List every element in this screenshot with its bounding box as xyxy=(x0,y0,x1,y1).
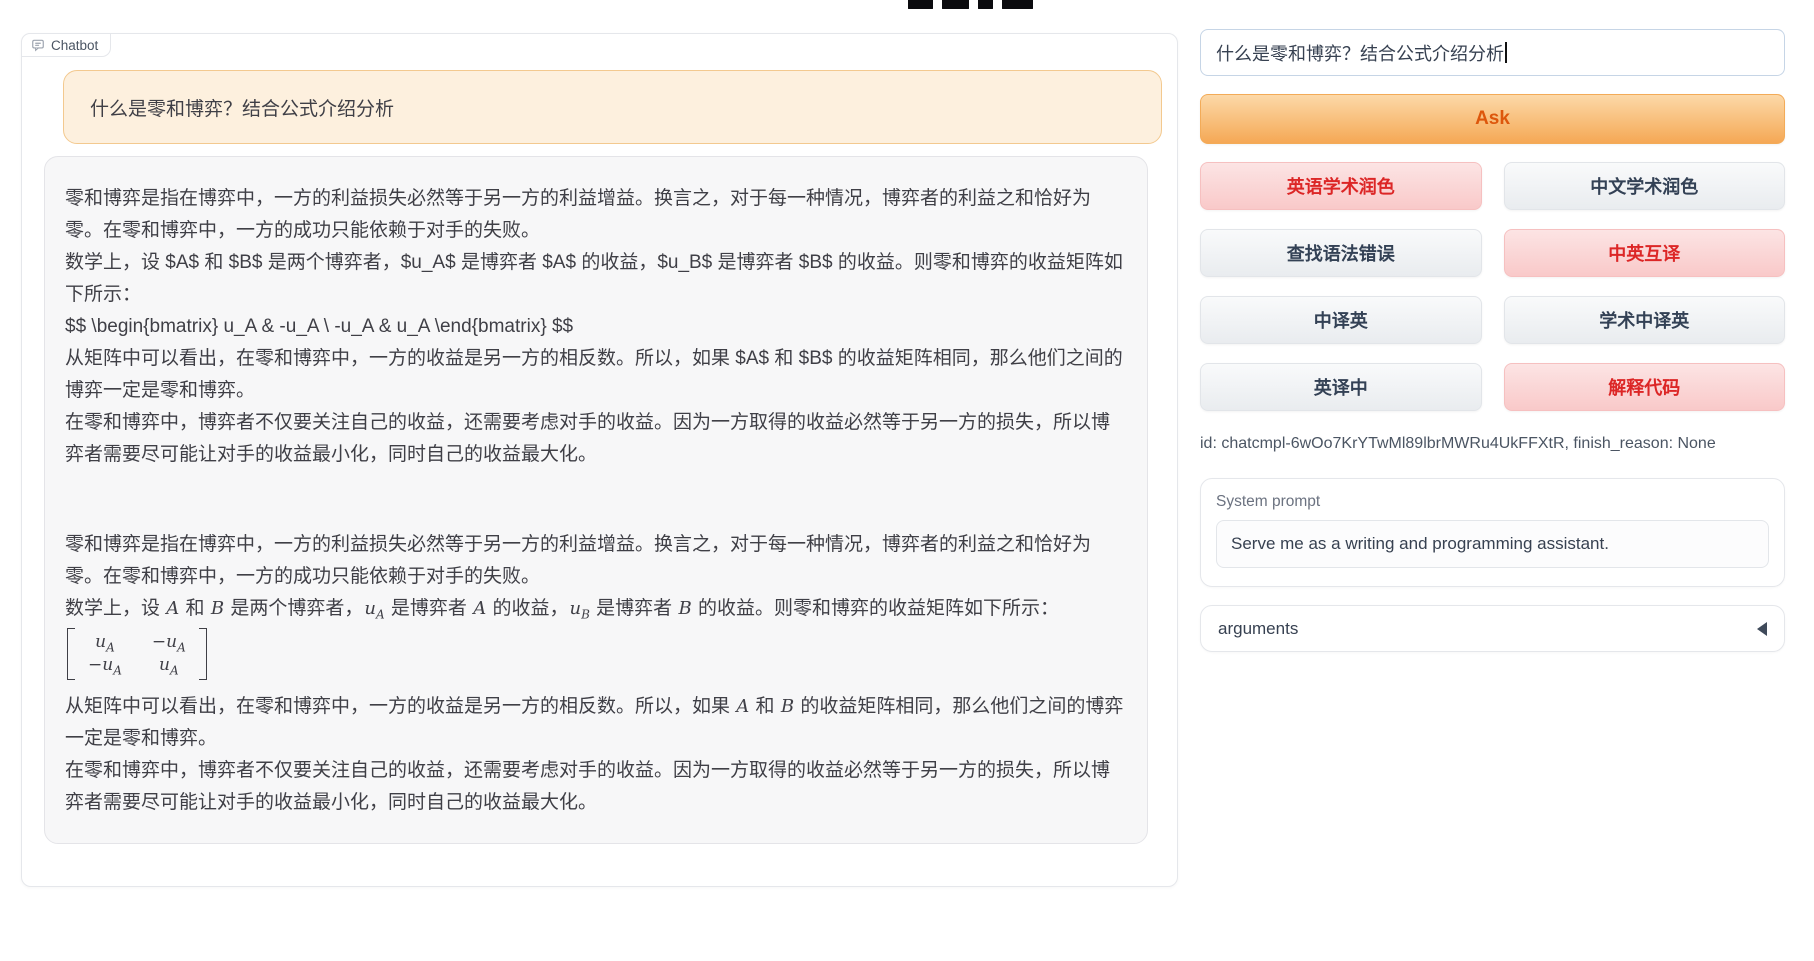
chat-text-line: 数学上，设 $A$ 和 $B$ 是两个博弈者，$u_A$ 是博弈者 $A$ 的收… xyxy=(65,247,1127,311)
btn-zh-academic-polish[interactable]: 中文学术润色 xyxy=(1504,162,1786,210)
question-input[interactable]: 什么是零和博弈？结合公式介绍分析 xyxy=(1200,29,1785,76)
arguments-accordion-label: arguments xyxy=(1218,619,1298,639)
quick-action-grid: 英语学术润色 中文学术润色 查找语法错误 中英互译 中译英 学术中译英 英译中 … xyxy=(1200,162,1785,411)
paragraph-spacer xyxy=(65,471,1127,529)
question-input-value: 什么是零和博弈？结合公式介绍分析 xyxy=(1216,40,1504,66)
btn-find-grammar-errors[interactable]: 查找语法错误 xyxy=(1200,229,1482,277)
arguments-accordion-header[interactable]: arguments xyxy=(1200,605,1785,652)
btn-academic-zh-to-en[interactable]: 学术中译英 xyxy=(1504,296,1786,344)
chatbot-label-text: Chatbot xyxy=(51,38,98,53)
chat-scroll-area[interactable]: 什么是零和博弈？结合公式介绍分析 零和博弈是指在博弈中，一方的利益损失必然等于另… xyxy=(22,34,1177,886)
chat-text-line: 零和博弈是指在博弈中，一方的利益损失必然等于另一方的利益增益。换言之，对于每一种… xyxy=(65,183,1127,247)
system-prompt-input[interactable]: Serve me as a writing and programming as… xyxy=(1216,520,1769,568)
chat-text-line: 数学上，设 A 和 B 是两个博弈者，uA 是博弈者 A 的收益，uB 是博弈者… xyxy=(65,593,1127,625)
text-caret xyxy=(1505,42,1507,63)
chat-text-line: 在零和博弈中，博弈者不仅要关注自己的收益，还需要考虑对手的收益。因为一方取得的收… xyxy=(65,407,1127,471)
user-message-bubble: 什么是零和博弈？结合公式介绍分析 xyxy=(63,70,1162,144)
chat-bubble-icon xyxy=(31,38,45,52)
user-message-text: 什么是零和博弈？结合公式介绍分析 xyxy=(90,94,394,121)
btn-zh-to-en[interactable]: 中译英 xyxy=(1200,296,1482,344)
system-prompt-label: System prompt xyxy=(1216,493,1769,511)
btn-en-to-zh[interactable]: 英译中 xyxy=(1200,363,1482,411)
bot-message-bubble: 零和博弈是指在博弈中，一方的利益损失必然等于另一方的利益增益。换言之，对于每一种… xyxy=(44,156,1148,844)
bot-message: 零和博弈是指在博弈中，一方的利益损失必然等于另一方的利益增益。换言之，对于每一种… xyxy=(65,183,1127,819)
ask-button[interactable]: Ask xyxy=(1200,94,1785,144)
clipped-title-fragment xyxy=(908,0,1038,9)
ask-button-label: Ask xyxy=(1475,108,1510,130)
system-prompt-value: Serve me as a writing and programming as… xyxy=(1231,534,1609,554)
chat-text-line: 在零和博弈中，博弈者不仅要关注自己的收益，还需要考虑对手的收益。因为一方取得的收… xyxy=(65,755,1127,819)
math-matrix: uA−uA−uAuA xyxy=(67,628,207,680)
btn-explain-code[interactable]: 解释代码 xyxy=(1504,363,1786,411)
collapse-arrow-icon xyxy=(1757,622,1767,636)
chat-text-line: 从矩阵中可以看出，在零和博弈中，一方的收益是另一方的相反数。所以，如果 A 和 … xyxy=(65,691,1127,755)
system-prompt-group: System prompt Serve me as a writing and … xyxy=(1200,478,1785,587)
chat-text-line: 从矩阵中可以看出，在零和博弈中，一方的收益是另一方的相反数。所以，如果 $A$ … xyxy=(65,343,1127,407)
chat-text-line: $$ \begin{bmatrix} u_A & -u_A \ -u_A & u… xyxy=(65,311,1127,343)
chatbot-label: Chatbot xyxy=(21,33,111,57)
response-status-line: id: chatcmpl-6wOo7KrYTwMl89lbrMWRu4UkFFX… xyxy=(1200,435,1785,453)
btn-en-academic-polish[interactable]: 英语学术润色 xyxy=(1200,162,1482,210)
chatbot-panel: Chatbot 什么是零和博弈？结合公式介绍分析 零和博弈是指在博弈中，一方的利… xyxy=(21,33,1178,887)
math-matrix-line: uA−uA−uAuA xyxy=(65,625,1127,691)
btn-zh-en-mutual-translate[interactable]: 中英互译 xyxy=(1504,229,1786,277)
chat-text-line: 零和博弈是指在博弈中，一方的利益损失必然等于另一方的利益增益。换言之，对于每一种… xyxy=(65,529,1127,593)
control-column: 什么是零和博弈？结合公式介绍分析 Ask 英语学术润色 中文学术润色 查找语法错… xyxy=(1200,29,1785,652)
